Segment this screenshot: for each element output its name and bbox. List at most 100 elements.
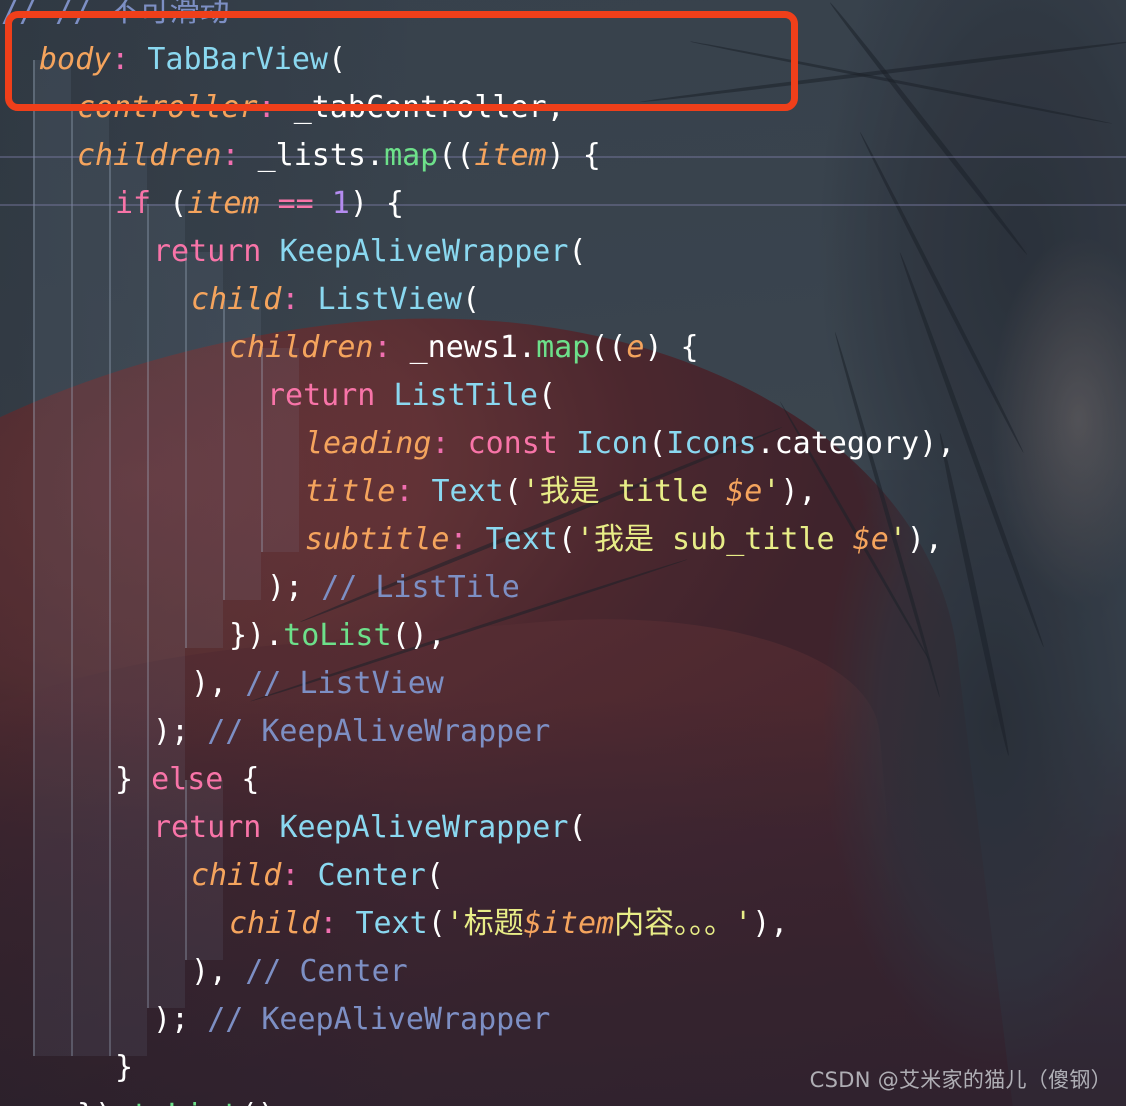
code-line[interactable]: controller: _tabController, bbox=[77, 84, 565, 132]
code-token: ); bbox=[267, 570, 304, 605]
code-text-area[interactable]: // // 不可滑动 body: TabBarView(controller: _… bbox=[0, 0, 1126, 1106]
code-token: : bbox=[373, 330, 392, 365]
csdn-watermark: CSDN @艾米家的猫儿（傻钢） bbox=[809, 1068, 1112, 1092]
code-token: : bbox=[281, 858, 300, 893]
code-line[interactable]: return ListTile( bbox=[267, 372, 556, 420]
code-line[interactable]: ); // KeepAliveWrapper bbox=[153, 996, 550, 1044]
code-token: (), bbox=[240, 1098, 294, 1106]
code-token: 内容。。。' bbox=[614, 906, 753, 941]
code-token: // ListView bbox=[245, 666, 444, 701]
code-token: ), bbox=[780, 474, 817, 509]
code-line[interactable]: ), // ListView bbox=[191, 660, 444, 708]
code-token: // KeepAliveWrapper bbox=[207, 1002, 551, 1037]
code-token: { bbox=[223, 762, 260, 797]
code-line[interactable]: title: Text('我是 title $e'), bbox=[305, 468, 817, 516]
code-token: : bbox=[221, 138, 240, 173]
code-token: return bbox=[153, 234, 262, 269]
code-token: toList bbox=[283, 618, 392, 653]
code-line[interactable]: child: ListView( bbox=[191, 276, 480, 324]
code-token: map bbox=[384, 138, 439, 173]
code-token: : bbox=[281, 282, 300, 317]
code-line[interactable]: children: _lists.map((item) { bbox=[77, 132, 601, 180]
code-token: KeepAliveWrapper bbox=[279, 810, 569, 845]
code-line[interactable]: leading: const Icon(Icons.category), bbox=[305, 420, 955, 468]
code-line[interactable]: return KeepAliveWrapper( bbox=[153, 228, 586, 276]
code-line[interactable]: // // 不可滑动 bbox=[1, 0, 229, 36]
code-token: '我是 sub_title bbox=[575, 522, 853, 557]
code-token: map bbox=[536, 330, 591, 365]
code-token: item bbox=[187, 186, 260, 221]
code-token: : bbox=[319, 906, 338, 941]
code-line[interactable]: ); // ListTile bbox=[267, 564, 520, 612]
code-token: : bbox=[449, 522, 468, 557]
code-token: $e bbox=[852, 522, 889, 557]
code-line[interactable]: body: TabBarView( bbox=[39, 36, 346, 84]
code-token: ( bbox=[568, 234, 587, 269]
code-token: toList bbox=[131, 1098, 239, 1106]
code-line[interactable]: } bbox=[115, 1044, 133, 1092]
code-line[interactable]: ), // Center bbox=[191, 948, 408, 996]
code-token: ( bbox=[557, 522, 576, 557]
code-token: Text bbox=[355, 906, 428, 941]
code-line[interactable]: child: Text('标题$item内容。。。'), bbox=[229, 900, 788, 948]
code-token: ( bbox=[648, 426, 667, 461]
code-token: Text bbox=[431, 474, 504, 509]
code-token: ) { bbox=[546, 138, 601, 173]
code-line[interactable]: children: _news1.map((e) { bbox=[229, 324, 699, 372]
code-token: ); bbox=[153, 714, 190, 749]
code-token: 1 bbox=[331, 186, 350, 221]
code-line[interactable]: subtitle: Text('我是 sub_title $e'), bbox=[305, 516, 943, 564]
code-token: $item bbox=[523, 906, 615, 941]
code-token: } bbox=[115, 762, 152, 797]
code-token: ' bbox=[762, 474, 781, 509]
code-token: ( bbox=[568, 810, 587, 845]
code-token: ( bbox=[503, 474, 522, 509]
code-line[interactable]: } else { bbox=[115, 756, 260, 804]
code-token: child bbox=[229, 906, 320, 941]
code-token: ( bbox=[328, 42, 347, 77]
code-token: == bbox=[277, 186, 314, 221]
code-token: }). bbox=[77, 1098, 131, 1106]
code-token: subtitle bbox=[305, 522, 450, 557]
code-token: ), bbox=[191, 954, 228, 989]
code-line[interactable]: }).toList(), bbox=[77, 1092, 294, 1106]
code-line[interactable]: ); // KeepAliveWrapper bbox=[153, 708, 550, 756]
code-token: : bbox=[395, 474, 414, 509]
code-token: child bbox=[191, 858, 282, 893]
code-token: ); bbox=[153, 1002, 190, 1037]
code-line[interactable]: }).toList(), bbox=[229, 612, 446, 660]
code-token: TabBarView bbox=[147, 42, 328, 77]
code-token: // Center bbox=[245, 954, 408, 989]
code-token: ), bbox=[906, 522, 943, 557]
code-token: Center bbox=[317, 858, 426, 893]
code-token: ) { bbox=[349, 186, 404, 221]
code-token: return bbox=[153, 810, 262, 845]
code-line[interactable]: child: Center( bbox=[191, 852, 444, 900]
code-token: _lists. bbox=[239, 138, 385, 173]
code-token: Icons bbox=[666, 426, 757, 461]
code-line[interactable]: if (item == 1) { bbox=[115, 180, 404, 228]
code-token: controller bbox=[77, 90, 258, 125]
code-editor-screenshot: // // 不可滑动 body: TabBarView(controller: _… bbox=[0, 0, 1126, 1106]
code-token: Text bbox=[485, 522, 558, 557]
code-token: if bbox=[115, 186, 152, 221]
code-token: item bbox=[474, 138, 547, 173]
code-token: return bbox=[267, 378, 376, 413]
code-line[interactable]: return KeepAliveWrapper( bbox=[153, 804, 586, 852]
code-token: : bbox=[431, 426, 450, 461]
code-token: else bbox=[151, 762, 224, 797]
